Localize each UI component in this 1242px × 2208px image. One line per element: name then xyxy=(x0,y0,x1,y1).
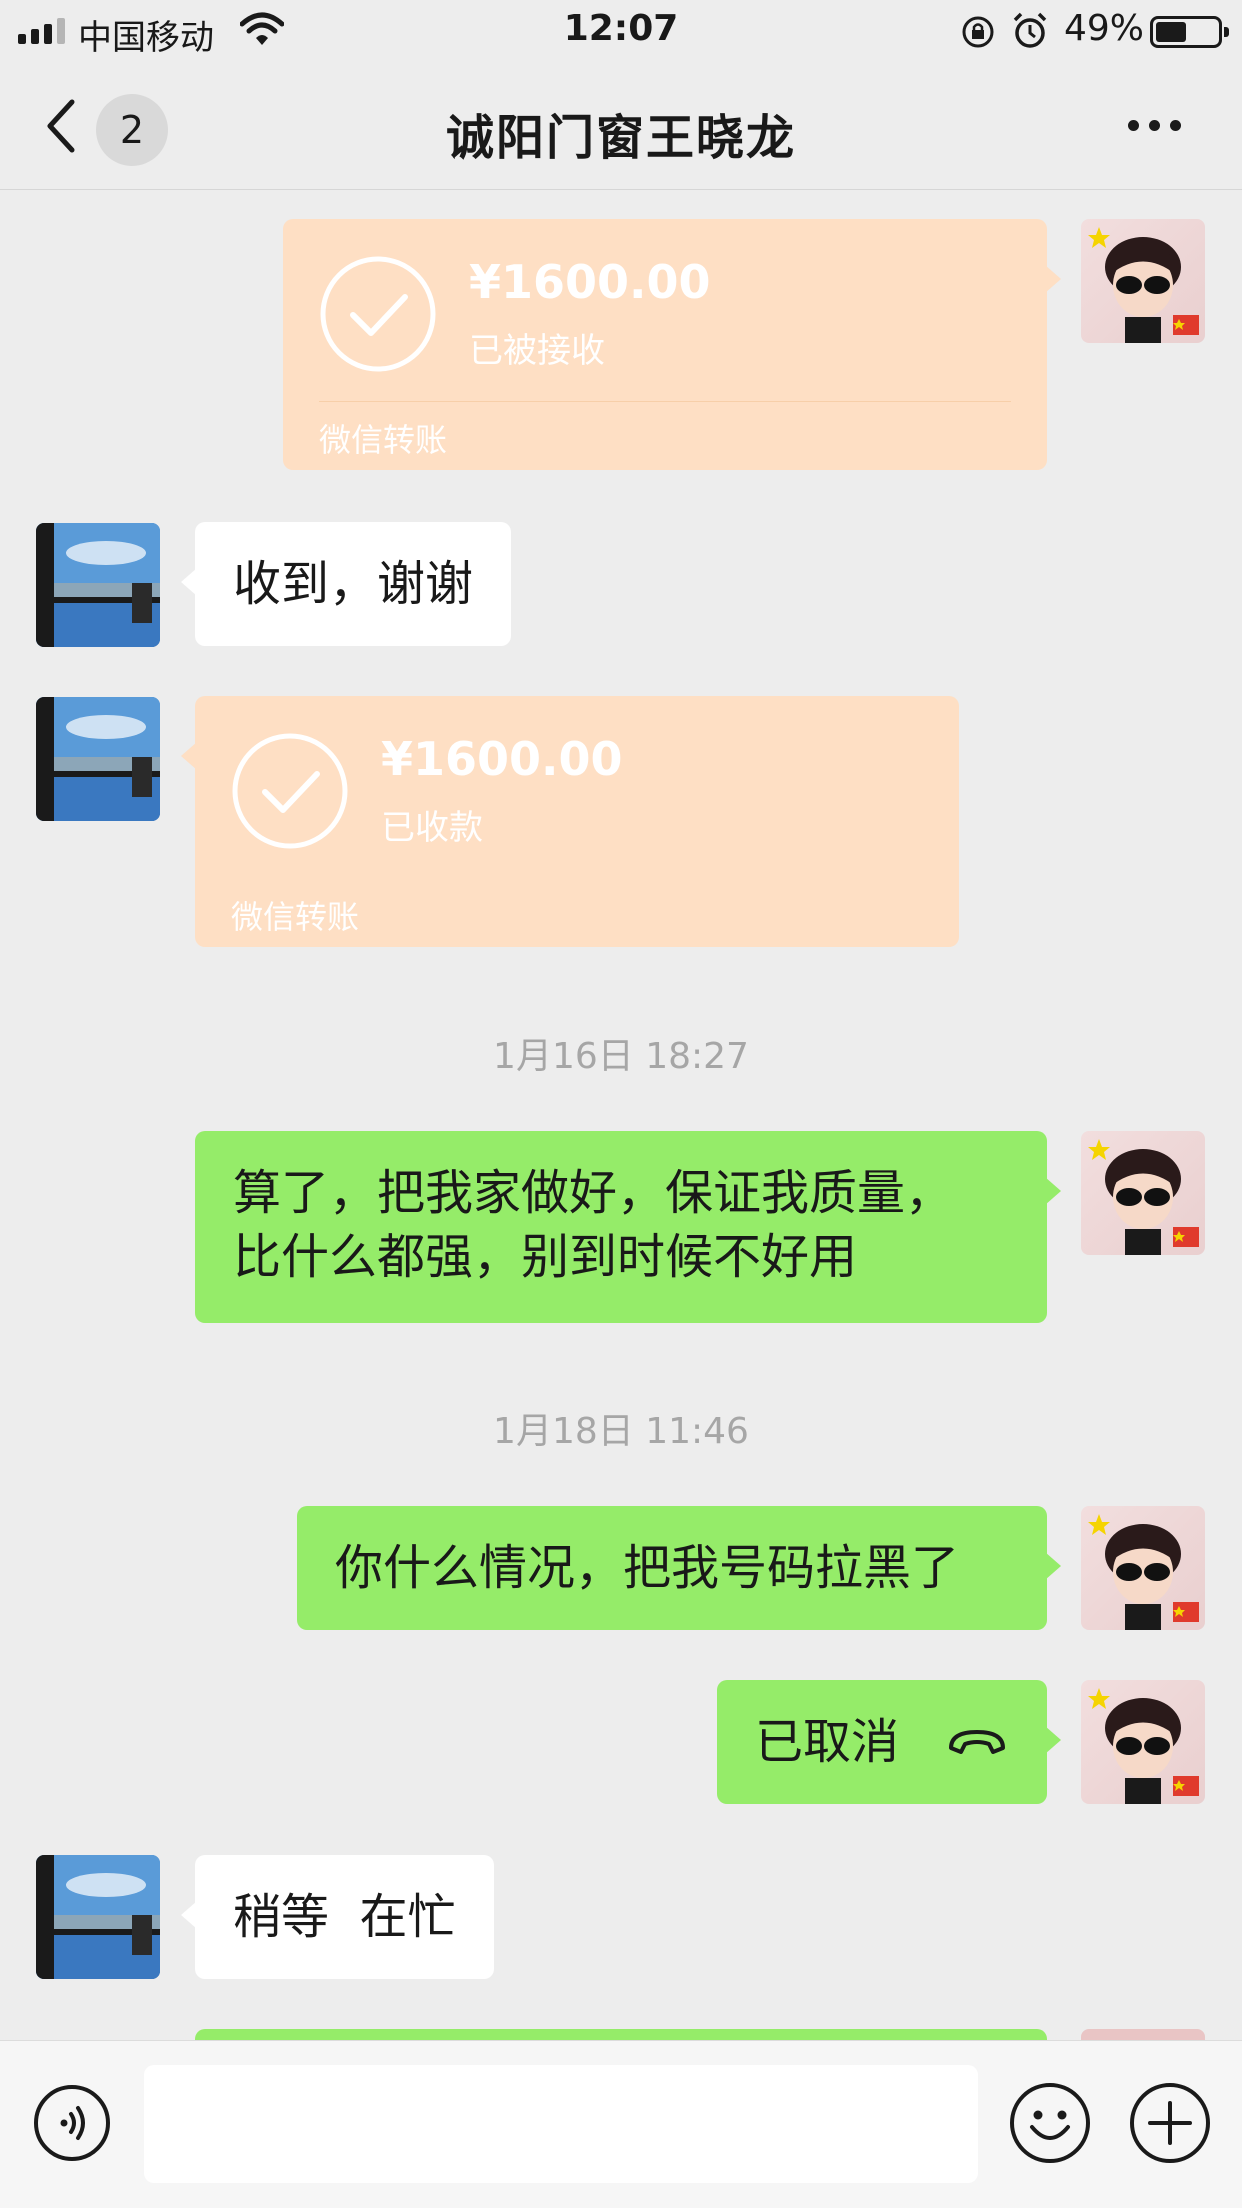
message-bubble-sent-partial[interactable] xyxy=(195,2029,1047,2040)
more-dots-icon[interactable] xyxy=(1128,120,1181,131)
timestamp: 1月18日 11:46 xyxy=(493,1411,749,1452)
avatar-contact[interactable] xyxy=(36,1855,160,1979)
avatar-self[interactable] xyxy=(1081,219,1205,343)
message-list[interactable]: ¥1600.00 已被接收 微信转账 收到，谢谢 ¥1600.00 已收款 微信… xyxy=(0,191,1242,2040)
avatar-image xyxy=(36,523,160,647)
avatar-image xyxy=(1088,1514,1199,1630)
transfer-status: 已被接收 xyxy=(469,331,605,371)
input-bar xyxy=(0,2040,1242,2208)
avatar-image xyxy=(36,697,160,821)
emoji-icon[interactable] xyxy=(1008,2081,1092,2165)
avatar-self[interactable] xyxy=(1081,1506,1205,1630)
plus-icon[interactable] xyxy=(1128,2081,1212,2165)
transfer-amount: ¥1600.00 xyxy=(381,732,623,786)
voice-icon[interactable] xyxy=(32,2083,112,2163)
avatar-image xyxy=(1088,1139,1199,1255)
transfer-amount: ¥1600.00 xyxy=(469,255,711,309)
call-message[interactable]: 已取消 xyxy=(717,1680,1061,1804)
check-circle-icon xyxy=(320,256,436,372)
avatar-image xyxy=(36,1855,160,1979)
avatar-contact[interactable] xyxy=(36,523,160,647)
timestamp: 1月16日 18:27 xyxy=(493,1036,749,1077)
message-line: 算了，把我家做好，保证我质量， xyxy=(233,1165,954,1221)
battery-icon xyxy=(1150,16,1229,48)
transfer-message[interactable]: ¥1600.00 已收款 微信转账 xyxy=(181,696,959,947)
clock: 12:07 xyxy=(563,8,679,49)
check-circle-icon xyxy=(232,733,348,849)
avatar-self-partial[interactable] xyxy=(1081,2029,1205,2040)
avatar-contact[interactable] xyxy=(36,697,160,821)
transfer-divider xyxy=(319,401,1011,402)
status-bar: 中国移动 12:07 49% xyxy=(0,0,1242,62)
transfer-message[interactable]: ¥1600.00 已被接收 微信转账 xyxy=(283,219,1061,470)
rotation-lock-icon xyxy=(962,16,994,48)
message-line: 比什么都强，别到时候不好用 xyxy=(233,1229,858,1285)
avatar-image xyxy=(1088,227,1199,343)
transfer-footer: 微信转账 xyxy=(231,898,360,936)
transfer-footer: 微信转账 xyxy=(319,421,448,459)
message-bubble-sent[interactable]: 算了，把我家做好，保证我质量， 比什么都强，别到时候不好用 xyxy=(195,1131,1061,1323)
phone-hangup-icon xyxy=(949,1730,1005,1754)
battery-percent: 49% xyxy=(1064,8,1145,49)
message-bubble-received[interactable]: 收到，谢谢 xyxy=(180,522,512,646)
message-bubble-sent[interactable]: 你什么情况，把我号码拉黑了 xyxy=(297,1506,1061,1630)
message-input[interactable] xyxy=(144,2065,978,2183)
avatar-self[interactable] xyxy=(1081,1680,1205,1804)
chat-title: 诚阳门窗王晓龙 xyxy=(445,110,796,166)
nav-bar: 2 诚阳门窗王晓龙 xyxy=(0,62,1242,190)
alarm-icon xyxy=(1013,12,1047,48)
avatar-self[interactable] xyxy=(1081,1131,1205,1255)
call-status: 已取消 xyxy=(755,1714,900,1770)
transfer-status: 已收款 xyxy=(381,808,483,848)
avatar-image xyxy=(1088,1688,1199,1804)
message-bubble-received[interactable]: 稍等 在忙 xyxy=(181,1855,494,1979)
